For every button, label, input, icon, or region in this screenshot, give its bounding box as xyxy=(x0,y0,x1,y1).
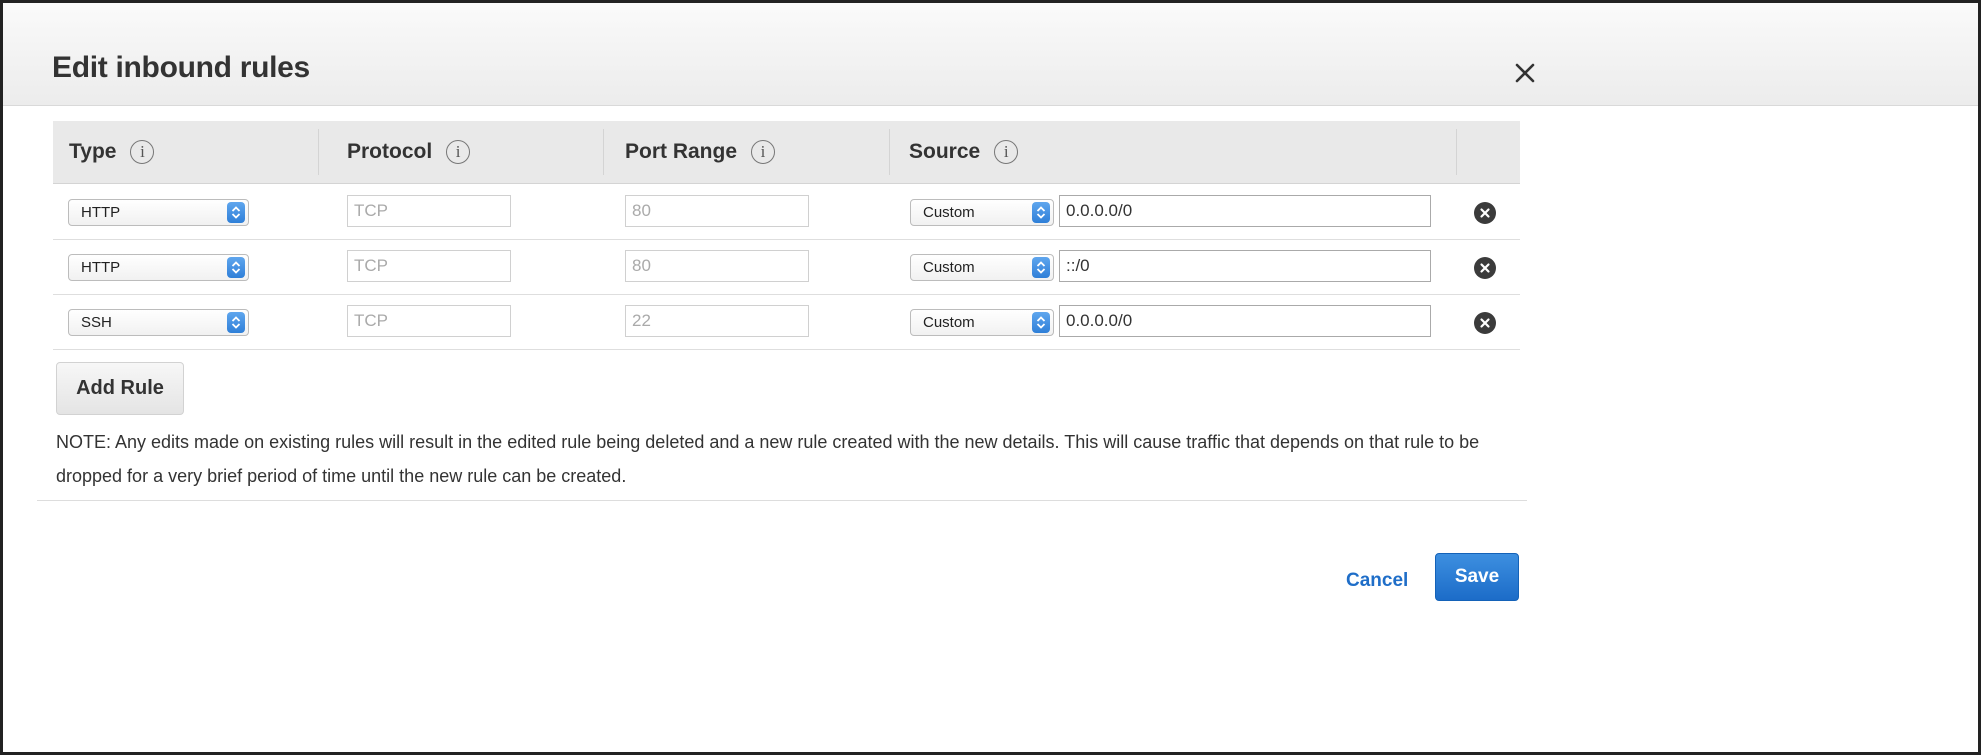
column-header-port-range: Port Range i xyxy=(625,121,776,183)
source-select[interactable]: Custom xyxy=(910,309,1054,336)
column-header-protocol-label: Protocol xyxy=(347,140,433,163)
remove-circle-icon xyxy=(1480,318,1490,328)
edit-warning-note: NOTE: Any edits made on existing rules w… xyxy=(56,432,1480,486)
source-select-value: Custom xyxy=(923,314,975,331)
source-cidr-value: ::/0 xyxy=(1066,256,1090,275)
protocol-value: TCP xyxy=(354,201,388,220)
type-select[interactable]: HTTP xyxy=(68,254,249,281)
chevron-up-down-icon xyxy=(1032,202,1050,223)
close-button[interactable] xyxy=(1503,51,1547,95)
table-row: SSH TCP 22 Custom 0.0.0.0/0 xyxy=(53,294,1520,350)
chevron-up-down-icon xyxy=(1032,257,1050,278)
source-select[interactable]: Custom xyxy=(910,199,1054,226)
column-header-port-range-label: Port Range xyxy=(625,140,738,163)
source-cidr-value: 0.0.0.0/0 xyxy=(1066,201,1133,220)
source-cidr-input[interactable]: ::/0 xyxy=(1059,250,1431,282)
source-cidr-input[interactable]: 0.0.0.0/0 xyxy=(1059,305,1431,337)
type-select-value: SSH xyxy=(81,314,112,331)
type-select[interactable]: HTTP xyxy=(68,199,249,226)
chevron-up-down-icon xyxy=(1032,312,1050,333)
port-range-field: 80 xyxy=(625,195,809,227)
close-icon xyxy=(1515,63,1535,83)
info-icon[interactable]: i xyxy=(446,140,471,164)
column-divider xyxy=(889,129,890,175)
protocol-value: TCP xyxy=(354,256,388,275)
column-divider xyxy=(318,129,319,175)
rules-table-header: Type i Protocol i Port Range i Source i xyxy=(53,121,1520,184)
type-select-value: HTTP xyxy=(81,259,121,276)
column-divider xyxy=(603,129,604,175)
cancel-button[interactable]: Cancel xyxy=(1346,570,1408,592)
remove-circle-icon xyxy=(1480,263,1490,273)
remove-rule-button[interactable] xyxy=(1474,202,1496,224)
port-range-value: 80 xyxy=(632,201,651,220)
remove-rule-button[interactable] xyxy=(1474,257,1496,279)
port-range-field: 22 xyxy=(625,305,809,337)
type-select[interactable]: SSH xyxy=(68,309,249,336)
source-select[interactable]: Custom xyxy=(910,254,1054,281)
chevron-up-down-icon xyxy=(227,312,245,333)
column-header-protocol: Protocol i xyxy=(347,121,471,183)
protocol-field: TCP xyxy=(347,195,511,227)
add-rule-button[interactable]: Add Rule xyxy=(56,362,184,415)
remove-rule-button[interactable] xyxy=(1474,312,1496,334)
source-cidr-value: 0.0.0.0/0 xyxy=(1066,311,1133,330)
footer-divider xyxy=(37,500,1527,501)
save-button[interactable]: Save xyxy=(1435,553,1519,601)
source-select-value: Custom xyxy=(923,204,975,221)
table-row: HTTP TCP 80 Custom 0.0.0.0/0 xyxy=(53,184,1520,240)
column-divider xyxy=(1456,129,1457,175)
info-icon[interactable]: i xyxy=(994,140,1019,164)
column-header-source-label: Source xyxy=(909,140,981,163)
type-select-value: HTTP xyxy=(81,204,121,221)
source-cidr-input[interactable]: 0.0.0.0/0 xyxy=(1059,195,1431,227)
chevron-up-down-icon xyxy=(227,257,245,278)
chevron-up-down-icon xyxy=(227,202,245,223)
protocol-value: TCP xyxy=(354,311,388,330)
info-icon[interactable]: i xyxy=(751,140,776,164)
protocol-field: TCP xyxy=(347,250,511,282)
column-header-type-label: Type xyxy=(69,140,117,163)
edit-inbound-rules-dialog: Edit inbound rules Type i Protocol i Por… xyxy=(0,0,1981,755)
column-header-type: Type i xyxy=(69,121,155,183)
source-select-value: Custom xyxy=(923,259,975,276)
port-range-value: 80 xyxy=(632,256,651,275)
remove-circle-icon xyxy=(1480,208,1490,218)
protocol-field: TCP xyxy=(347,305,511,337)
table-row: HTTP TCP 80 Custom ::/0 xyxy=(53,239,1520,295)
port-range-field: 80 xyxy=(625,250,809,282)
dialog-header: Edit inbound rules xyxy=(3,3,1978,106)
column-header-source: Source i xyxy=(909,121,1019,183)
dialog-title: Edit inbound rules xyxy=(52,51,310,84)
port-range-value: 22 xyxy=(632,311,651,330)
info-icon[interactable]: i xyxy=(130,140,155,164)
